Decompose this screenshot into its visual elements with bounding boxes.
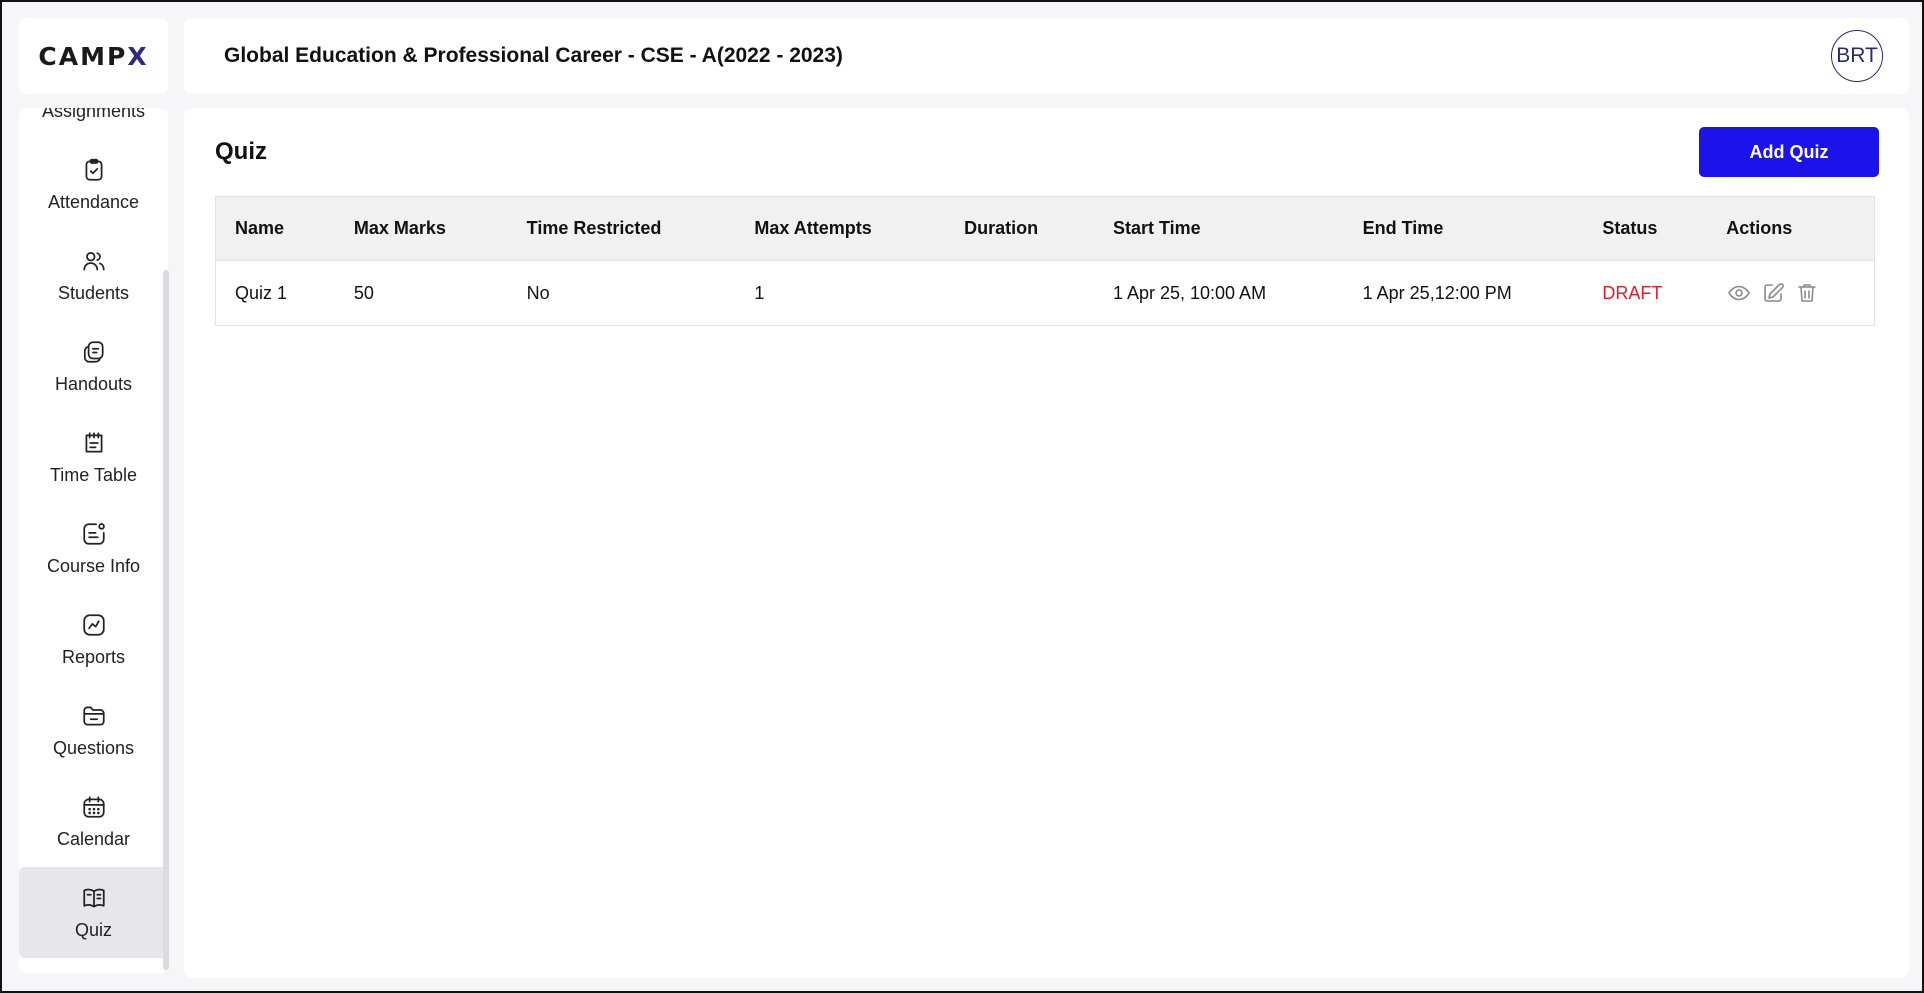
logo-main-text: CAMP	[38, 41, 128, 71]
sidebar-item-label: Attendance	[47, 191, 140, 212]
sidebar: Assignments Attendance Students Handouts	[19, 108, 168, 973]
column-header-duration: Duration	[964, 218, 1039, 238]
sidebar-item-label: Reports	[61, 646, 126, 667]
sidebar-item-label: Students	[57, 282, 130, 303]
sidebar-item-label: Handouts	[54, 373, 133, 394]
sidebar-item-label: Questions	[52, 737, 135, 758]
sidebar-item-attendance[interactable]: Attendance	[19, 139, 168, 230]
sidebar-item-questions[interactable]: Questions	[19, 685, 168, 776]
sidebar-item-label: Time Table	[49, 464, 138, 485]
row-actions	[1707, 280, 1874, 306]
book-icon	[81, 885, 107, 911]
app-window: CAMPX Global Education & Professional Ca…	[0, 0, 1924, 993]
sidebar-item-reports[interactable]: Reports	[19, 594, 168, 685]
sidebar-scrollbar[interactable]	[163, 270, 169, 970]
column-header-actions: Actions	[1726, 218, 1793, 238]
sidebar-item-label: Assignments	[41, 108, 146, 121]
cell-max-attempts: 1	[754, 282, 765, 303]
cell-name: Quiz 1	[235, 282, 288, 303]
handout-icon	[81, 339, 107, 365]
column-header-name: Name	[235, 218, 285, 238]
delete-icon[interactable]	[1794, 280, 1820, 306]
user-avatar[interactable]: BRT	[1831, 30, 1883, 82]
column-header-status: Status	[1602, 218, 1658, 238]
column-header-max-attempts: Max Attempts	[754, 218, 872, 238]
sidebar-item-handouts[interactable]: Handouts	[19, 321, 168, 412]
sidebar-item-label: Course Info	[46, 555, 141, 576]
column-header-time-restricted: Time Restricted	[526, 218, 662, 238]
sidebar-item-assignments[interactable]: Assignments	[19, 108, 168, 139]
sidebar-item-students[interactable]: Students	[19, 230, 168, 321]
cell-max-marks: 50	[353, 282, 374, 303]
sidebar-item-calendar[interactable]: Calendar	[19, 776, 168, 867]
table-row: Quiz 1 50 No 1 1 Apr 25, 10:00 AM 1 Apr …	[216, 261, 1874, 325]
users-icon	[81, 248, 107, 274]
add-quiz-button[interactable]: Add Quiz	[1699, 127, 1879, 177]
sidebar-item-label: Quiz	[74, 919, 112, 940]
column-header-end-time: End Time	[1362, 218, 1444, 238]
view-icon[interactable]	[1726, 280, 1752, 306]
table-header-row: Name Max Marks Time Restricted Max Attem…	[216, 197, 1874, 261]
cell-end-time: 1 Apr 25,12:00 PM	[1362, 282, 1512, 303]
column-header-start-time: Start Time	[1112, 218, 1201, 238]
page-title: Quiz	[215, 138, 267, 165]
cell-start-time: 1 Apr 25, 10:00 AM	[1112, 282, 1267, 303]
calendar-icon	[81, 794, 107, 820]
top-header: Global Education & Professional Career -…	[184, 18, 1909, 94]
timetable-icon	[81, 430, 107, 456]
logo-accent-text: X	[127, 41, 149, 71]
sidebar-item-label: Calendar	[56, 828, 131, 849]
chart-icon	[81, 612, 107, 638]
sidebar-item-course-info[interactable]: Course Info	[19, 503, 168, 594]
course-title: Global Education & Professional Career -…	[224, 44, 843, 67]
status-badge: DRAFT	[1602, 282, 1663, 303]
course-info-icon	[81, 521, 107, 547]
sidebar-item-time-table[interactable]: Time Table	[19, 412, 168, 503]
campx-logo[interactable]: CAMPX	[38, 42, 148, 71]
edit-icon[interactable]	[1760, 280, 1786, 306]
quiz-table: Name Max Marks Time Restricted Max Attem…	[215, 196, 1875, 326]
cell-time-restricted: No	[526, 282, 550, 303]
folder-icon	[81, 703, 107, 729]
sidebar-item-quiz[interactable]: Quiz	[19, 867, 168, 958]
logo-card: CAMPX	[19, 18, 168, 94]
column-header-max-marks: Max Marks	[353, 218, 446, 238]
main-content: Quiz Add Quiz Name Max Marks Time Restri…	[184, 108, 1909, 978]
clipboard-check-icon	[81, 157, 107, 183]
